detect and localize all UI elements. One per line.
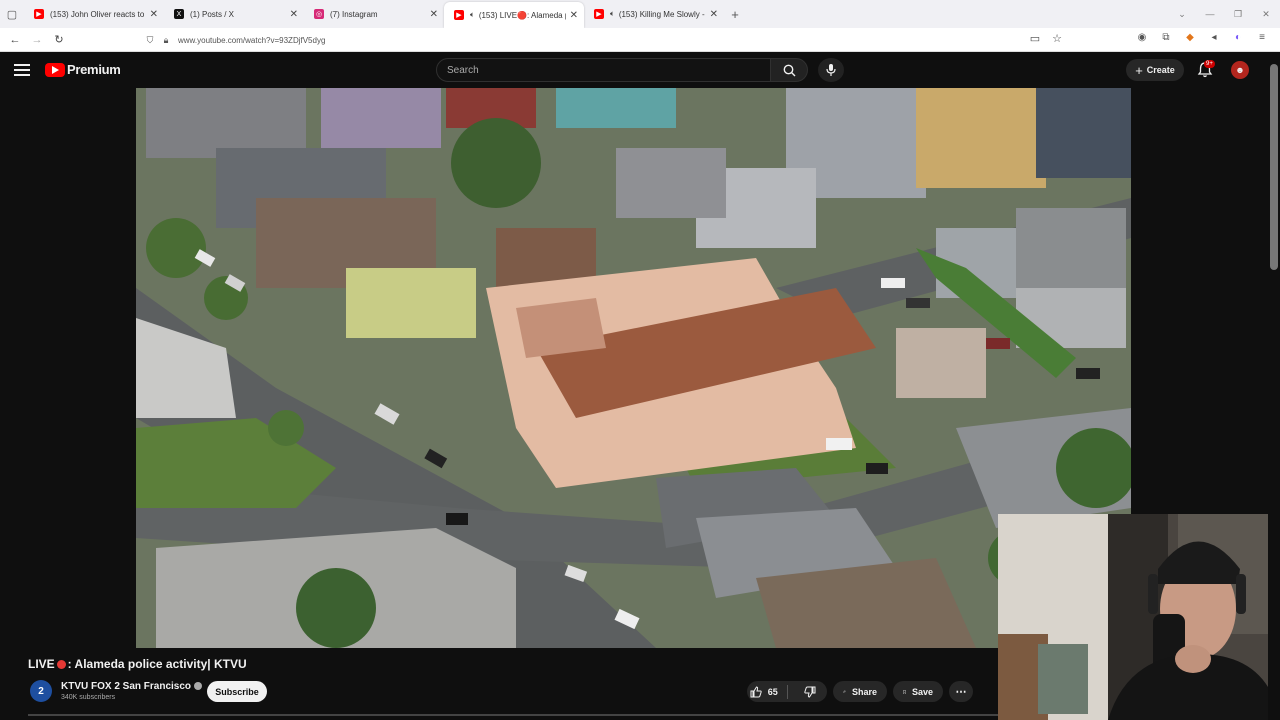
notification-count-badge: 9+: [1204, 60, 1215, 68]
window-controls: ⌄ — ❐ ✕: [1168, 0, 1280, 28]
video-title: LIVE : Alameda police activity| KTVU: [28, 657, 247, 671]
menu-icon[interactable]: ≡: [1250, 32, 1274, 43]
youtube-play-icon: [45, 62, 65, 77]
channel-avatar[interactable]: 2: [30, 680, 52, 702]
like-count: 65: [767, 686, 778, 697]
live-dot-icon: [56, 660, 66, 669]
share-icon: [843, 690, 846, 693]
tab-close-icon[interactable]: ✕: [290, 9, 298, 20]
tab-title[interactable]: (153) Killing Me Slowly - Yo: [619, 10, 706, 19]
channel-name-text[interactable]: KTVU FOX 2 San Francisco: [61, 681, 191, 692]
instagram-icon: ◎: [314, 9, 324, 19]
verified-badge-icon: [194, 682, 203, 690]
tab-close-icon[interactable]: ✕: [430, 9, 438, 20]
browser-tab[interactable]: X (1) Posts / X ✕: [164, 0, 304, 28]
create-label: Create: [1146, 65, 1175, 75]
toolbar-extensions: ◉ ⧉ ◆ ◂ ◐ ≡: [1130, 32, 1274, 43]
url-text[interactable]: www.youtube.com/watch?v=93ZDjfV5dyg: [178, 36, 325, 45]
bookmark-icon: [903, 689, 906, 694]
tab-title[interactable]: (7) Instagram: [330, 10, 426, 19]
tab-title[interactable]: (153) John Oliver reacts to CBS: [50, 10, 146, 19]
back-icon[interactable]: ←: [4, 34, 26, 46]
webcam-image: [998, 514, 1280, 720]
reader-view-icon[interactable]: ▭: [1024, 32, 1046, 45]
forward-icon[interactable]: →: [26, 34, 48, 46]
shield-icon[interactable]: ⛉: [142, 35, 158, 46]
browser-tab[interactable]: ▶ 🔈︎ (153) Killing Me Slowly - Yo ✕: [584, 0, 724, 28]
channel-name[interactable]: KTVU FOX 2 San Francisco: [61, 681, 203, 692]
subscriber-count: 340K subscribers: [61, 694, 116, 701]
video-player[interactable]: [136, 88, 1131, 648]
maximize-icon[interactable]: ❐: [1224, 9, 1252, 20]
like-divider: [786, 684, 788, 699]
tab-title[interactable]: (153) LIVE🔴: Alameda poli: [479, 11, 566, 20]
like-dislike-group: 65: [747, 681, 827, 702]
page-bottom-bar: [28, 714, 998, 716]
youtube-icon: ▶: [34, 9, 44, 19]
youtube-icon: ▶: [454, 10, 464, 20]
youtube-header: Premium Search + Create 9+ ☻: [0, 52, 1280, 88]
lock-icon[interactable]: 🔒︎: [158, 35, 174, 46]
close-window-icon[interactable]: ✕: [1252, 9, 1280, 20]
voice-search-button[interactable]: [818, 58, 844, 82]
audio-extension-icon[interactable]: ◂: [1202, 32, 1226, 43]
share-label: Share: [851, 686, 877, 697]
tab-title[interactable]: (1) Posts / X: [190, 10, 286, 19]
tab-close-icon[interactable]: ✕: [570, 10, 578, 21]
minimize-icon[interactable]: —: [1196, 9, 1224, 19]
more-actions-button[interactable]: ⋯: [949, 681, 973, 702]
browser-tab[interactable]: ▶ (153) John Oliver reacts to CBS ✕: [24, 0, 164, 28]
tab-list-icon[interactable]: ▢: [0, 0, 24, 28]
tab-close-icon[interactable]: ✕: [710, 9, 718, 20]
scrollbar-thumb[interactable]: [1270, 64, 1278, 270]
plus-icon: +: [1135, 62, 1143, 78]
youtube-icon: ▶: [594, 9, 604, 19]
tab-close-icon[interactable]: ✕: [150, 9, 158, 20]
tab-audio-icon[interactable]: 🔈︎: [470, 10, 475, 20]
save-label: Save: [911, 686, 933, 697]
thumbs-down-icon: [804, 686, 816, 698]
metamask-icon[interactable]: ◆: [1178, 32, 1202, 43]
search-icon: [783, 64, 795, 76]
youtube-logo[interactable]: Premium: [45, 62, 121, 77]
x-icon: X: [174, 9, 184, 19]
video-title-text: : Alameda police activity| KTVU: [67, 657, 247, 671]
more-icon: ⋯: [955, 686, 967, 698]
tab-list: ▶ (153) John Oliver reacts to CBS ✕ X (1) Po…: [24, 0, 724, 28]
browser-nav-bar: ← → ↻ ⛉ 🔒︎ www.youtube.com/watch?v=93ZDj…: [0, 28, 1280, 52]
search-button[interactable]: [770, 58, 808, 82]
subscribe-button[interactable]: Subscribe: [207, 681, 267, 702]
thumbs-up-icon: [750, 685, 762, 697]
microphone-icon: [826, 64, 836, 76]
address-bar[interactable]: ⛉ 🔒︎ www.youtube.com/watch?v=93ZDjfV5dyg: [142, 31, 1062, 49]
reload-icon[interactable]: ↻: [48, 33, 70, 46]
save-button[interactable]: Save: [893, 681, 943, 702]
browser-tab[interactable]: ▶ 🔈︎ (153) LIVE🔴: Alameda poli ✕: [444, 2, 584, 28]
video-frame-image: [136, 88, 1131, 648]
user-avatar[interactable]: ☻: [1231, 61, 1249, 79]
new-tab-icon[interactable]: +: [724, 7, 746, 22]
search-input[interactable]: Search: [436, 58, 771, 82]
share-button[interactable]: Share: [833, 681, 887, 702]
bookmark-star-icon[interactable]: ☆: [1046, 32, 1068, 45]
dislike-button[interactable]: [793, 681, 827, 702]
browser-tab-strip: ▢ ▶ (153) John Oliver reacts to CBS ✕ X (1) …: [0, 0, 1280, 28]
extensions-icon[interactable]: ⧉: [1154, 32, 1178, 43]
page-scrollbar[interactable]: [1268, 52, 1280, 720]
tab-overflow-icon[interactable]: ⌄: [1168, 9, 1196, 20]
like-button[interactable]: 65: [747, 681, 781, 702]
browser-tab[interactable]: ◎ (7) Instagram ✕: [304, 0, 444, 28]
webcam-overlay: [998, 514, 1280, 720]
live-label: LIVE: [28, 657, 55, 671]
tab-audio-icon[interactable]: 🔈︎: [610, 9, 615, 19]
create-button[interactable]: + Create: [1126, 59, 1184, 81]
account-icon[interactable]: ◉: [1130, 32, 1154, 43]
hamburger-menu-icon[interactable]: [14, 62, 30, 78]
extension-icon[interactable]: ◐: [1226, 32, 1250, 43]
brand-text: Premium: [67, 62, 121, 77]
